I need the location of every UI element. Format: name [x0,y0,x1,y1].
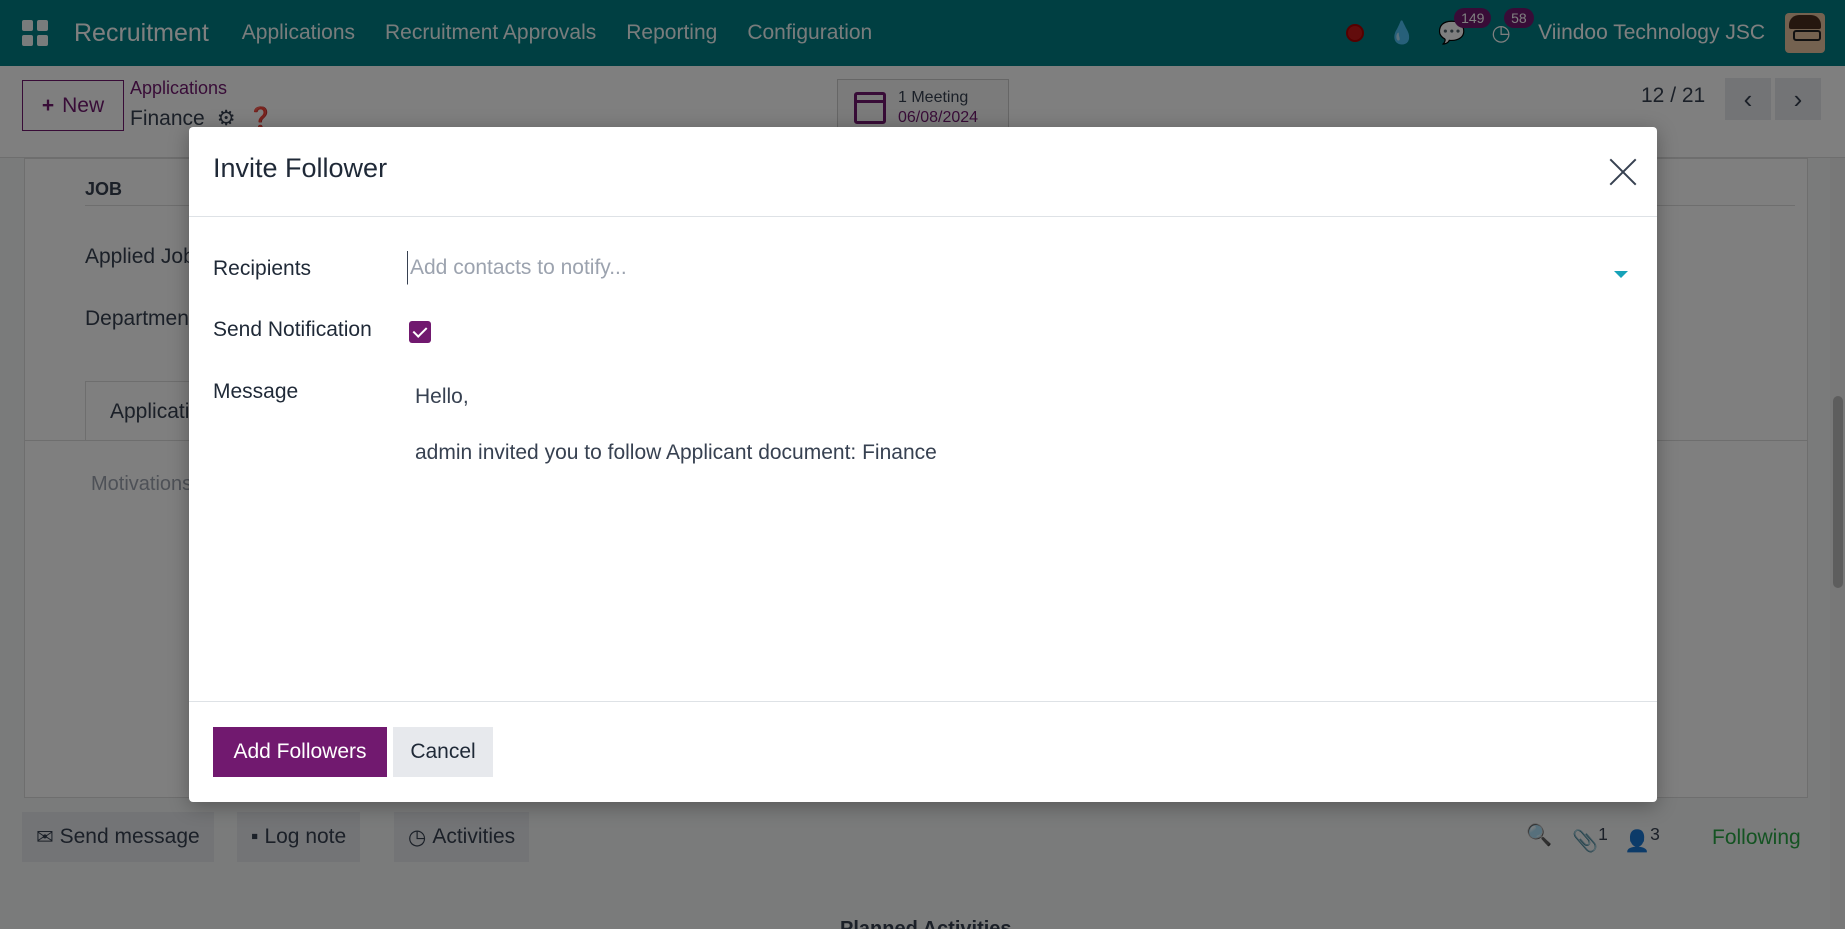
dialog-title: Invite Follower [213,153,388,183]
send-notification-checkbox[interactable] [409,321,431,343]
add-followers-button[interactable]: Add Followers [213,727,387,777]
invite-follower-dialog: Invite Follower Recipients Send Notifica… [189,127,1657,802]
send-notification-label: Send Notification [213,318,372,341]
message-label: Message [213,380,299,403]
recipients-label: Recipients [213,257,312,280]
message-line: admin invited you to follow Applicant do… [415,441,937,464]
message-line: Hello, [415,385,469,408]
cancel-button[interactable]: Cancel [393,727,493,777]
close-icon[interactable] [1607,156,1639,188]
message-editor[interactable]: Hello, admin invited you to follow Appli… [415,383,1625,495]
dialog-header: Invite Follower [189,127,1657,217]
chevron-down-icon[interactable] [1614,271,1628,278]
recipients-input[interactable] [407,251,1623,285]
